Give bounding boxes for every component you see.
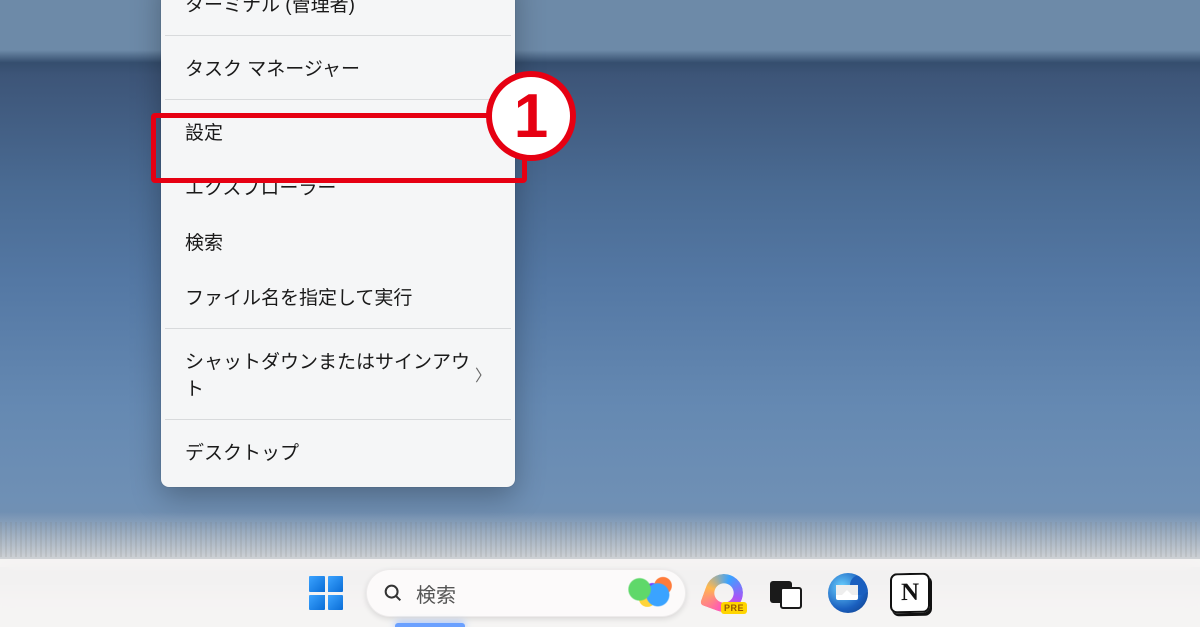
menu-item-label: 検索 — [185, 228, 223, 255]
winx-context-menu: ターミナル (管理者) タスク マネージャー 設定 エクスプローラー 検索 ファ… — [161, 0, 515, 487]
menu-item-label: タスク マネージャー — [185, 54, 360, 81]
search-highlight-illustration-icon — [624, 575, 676, 611]
taskbar-search[interactable]: 検索 — [366, 569, 686, 617]
task-view-button[interactable] — [762, 569, 810, 617]
copilot-taskbar-button[interactable]: PRE — [700, 569, 748, 617]
notion-taskbar-button[interactable]: N — [886, 569, 934, 617]
menu-item-label: デスクトップ — [185, 438, 299, 465]
menu-separator — [165, 328, 511, 329]
menu-item-settings[interactable]: 設定 — [161, 104, 515, 159]
start-button[interactable] — [300, 567, 352, 619]
menu-item-label: エクスプローラー — [185, 173, 336, 200]
menu-item-shutdown-signout[interactable]: シャットダウンまたはサインアウト 〉 — [161, 333, 515, 415]
notion-icon: N — [890, 573, 930, 614]
task-view-icon — [770, 577, 802, 609]
thunderbird-icon — [828, 573, 868, 613]
taskbar: 検索 PRE N — [0, 559, 1200, 627]
taskbar-search-placeholder: 検索 — [416, 579, 612, 608]
menu-item-desktop[interactable]: デスクトップ — [161, 424, 515, 479]
menu-item-run[interactable]: ファイル名を指定して実行 — [161, 269, 515, 324]
thunderbird-taskbar-button[interactable] — [824, 569, 872, 617]
menu-separator — [165, 35, 511, 36]
menu-item-explorer[interactable]: エクスプローラー — [161, 159, 515, 214]
menu-separator — [165, 99, 511, 100]
annotation-callout-circle: 1 — [486, 71, 576, 161]
search-icon — [382, 582, 404, 604]
menu-item-label: シャットダウンまたはサインアウト — [185, 347, 475, 401]
chevron-right-icon: 〉 — [475, 362, 491, 386]
taskbar-active-indicator — [395, 623, 465, 627]
menu-item-terminal-admin[interactable]: ターミナル (管理者) — [161, 0, 515, 31]
menu-item-task-manager[interactable]: タスク マネージャー — [161, 40, 515, 95]
copilot-pre-badge: PRE — [721, 602, 747, 614]
menu-separator — [165, 419, 511, 420]
menu-item-search[interactable]: 検索 — [161, 214, 515, 269]
menu-item-label: ファイル名を指定して実行 — [185, 283, 412, 310]
menu-item-label: ターミナル (管理者) — [185, 0, 355, 17]
menu-item-label: 設定 — [185, 118, 223, 145]
annotation-callout-number: 1 — [514, 81, 548, 152]
notion-glyph: N — [901, 579, 919, 607]
windows-logo-icon — [309, 576, 343, 610]
